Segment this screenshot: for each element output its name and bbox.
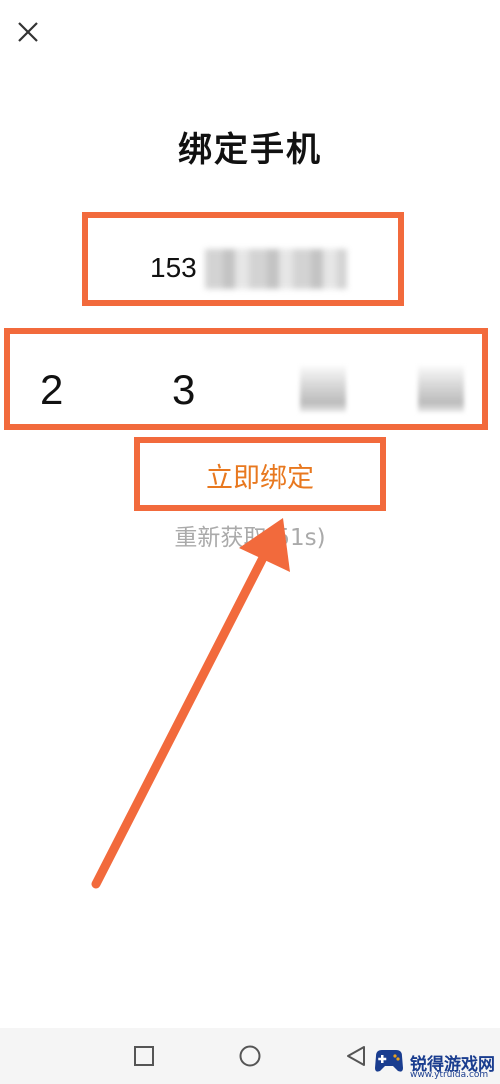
back-button[interactable] (344, 1044, 368, 1068)
phone-number-field[interactable]: 153 (150, 252, 197, 284)
home-button[interactable] (238, 1044, 262, 1068)
resend-code-button[interactable]: 重新获取(51s) (0, 518, 500, 552)
circle-icon (239, 1045, 261, 1067)
code-digit-3-blurred[interactable] (300, 366, 346, 412)
phone-number-blur (205, 249, 347, 289)
recent-apps-button[interactable] (132, 1044, 156, 1068)
bind-now-button[interactable]: 立即绑定 (134, 456, 386, 495)
triangle-back-icon (347, 1046, 365, 1066)
watermark-url: www.ytruida.com (410, 1070, 489, 1080)
square-icon (134, 1046, 154, 1066)
page-title: 绑定手机 (178, 130, 322, 170)
close-icon (18, 22, 38, 42)
code-digit-2[interactable]: 3 (172, 366, 195, 414)
code-digit-1[interactable]: 2 (40, 366, 63, 414)
gamepad-logo-icon (375, 1050, 403, 1072)
code-highlight-box (4, 328, 488, 430)
close-button[interactable] (14, 18, 42, 46)
code-digit-4-blurred[interactable] (418, 366, 464, 412)
